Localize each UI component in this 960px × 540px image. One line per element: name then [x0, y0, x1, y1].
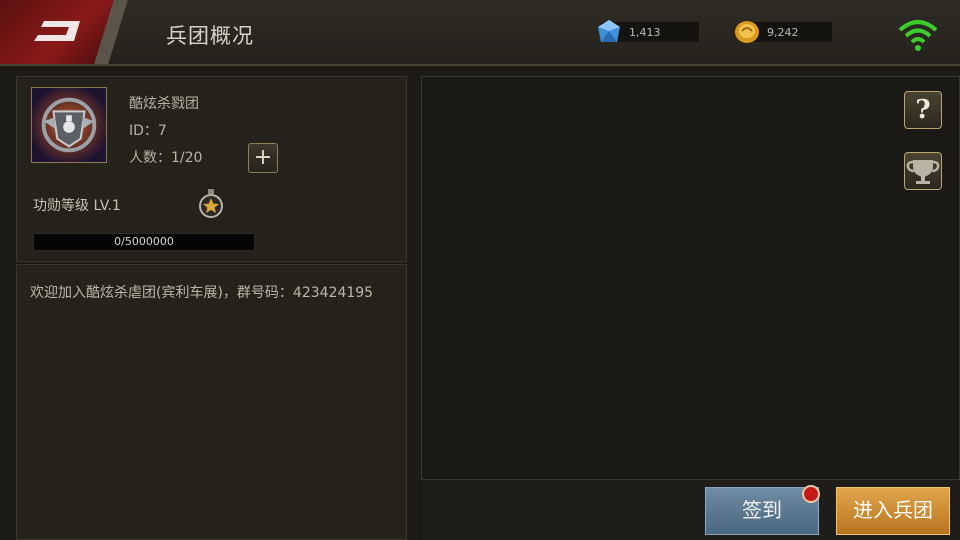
question-icon: ? [915, 95, 931, 125]
diamond-counter: 1,413 [598, 20, 700, 43]
gold-counter: 9,242 [735, 21, 833, 43]
sign-in-notification-badge [802, 485, 820, 503]
guild-emblem [31, 87, 107, 163]
enter-guild-button[interactable]: 进入兵团 [836, 487, 950, 535]
guild-id: ID：7 [129, 123, 167, 139]
trophy-icon [906, 160, 940, 184]
guild-name: 酷炫杀戮团 [129, 96, 199, 112]
wifi-signal-icon [898, 20, 938, 51]
top-bar: 兵团概况 1,413 9,242 [0, 0, 960, 66]
back-arrow-icon [34, 21, 80, 41]
guild-info-panel: 酷炫杀戮团 ID：7 人数：1/20 + 功勋等级 LV.1 0/5000000 [16, 76, 407, 262]
gold-count: 9,242 [767, 26, 799, 39]
medal-star-icon [199, 189, 223, 218]
diamond-count: 1,413 [629, 26, 661, 39]
guild-notice-text: 欢迎加入酷炫杀虐团(宾利车展)，群号码：423424195 [30, 285, 374, 301]
guild-notice-panel: 欢迎加入酷炫杀虐团(宾利车展)，群号码：423424195 [16, 264, 407, 540]
guild-emblem-icon [32, 88, 106, 162]
add-member-button[interactable]: + [248, 143, 278, 173]
plus-icon: + [253, 145, 273, 170]
gold-coin-icon [735, 21, 759, 43]
merit-progress-bar: 0/5000000 [33, 233, 255, 251]
help-button[interactable]: ? [904, 91, 942, 129]
guild-member-count: 人数：1/20 [129, 150, 203, 166]
ranking-button[interactable] [904, 152, 942, 190]
diamond-icon [598, 20, 620, 42]
merit-level-label: 功勋等级 LV.1 [33, 198, 121, 214]
merit-progress-text: 0/5000000 [114, 235, 174, 248]
page-title: 兵团概况 [166, 24, 254, 48]
guild-content-panel [421, 76, 960, 480]
